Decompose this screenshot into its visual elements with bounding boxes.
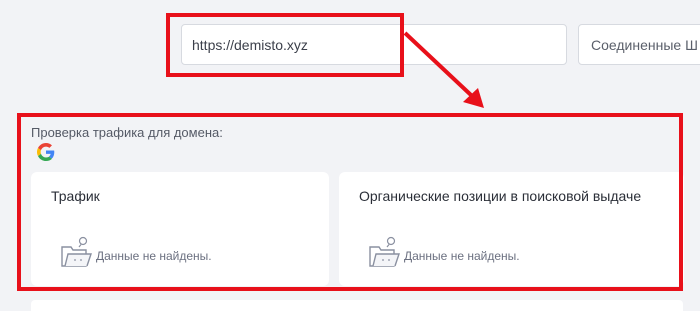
annotation-box-results	[17, 113, 683, 291]
country-select-value: Соединенные Ш	[591, 37, 698, 53]
country-select[interactable]: Соединенные Ш	[578, 24, 700, 65]
next-section-panel	[31, 300, 683, 311]
annotation-box-url	[166, 13, 404, 77]
